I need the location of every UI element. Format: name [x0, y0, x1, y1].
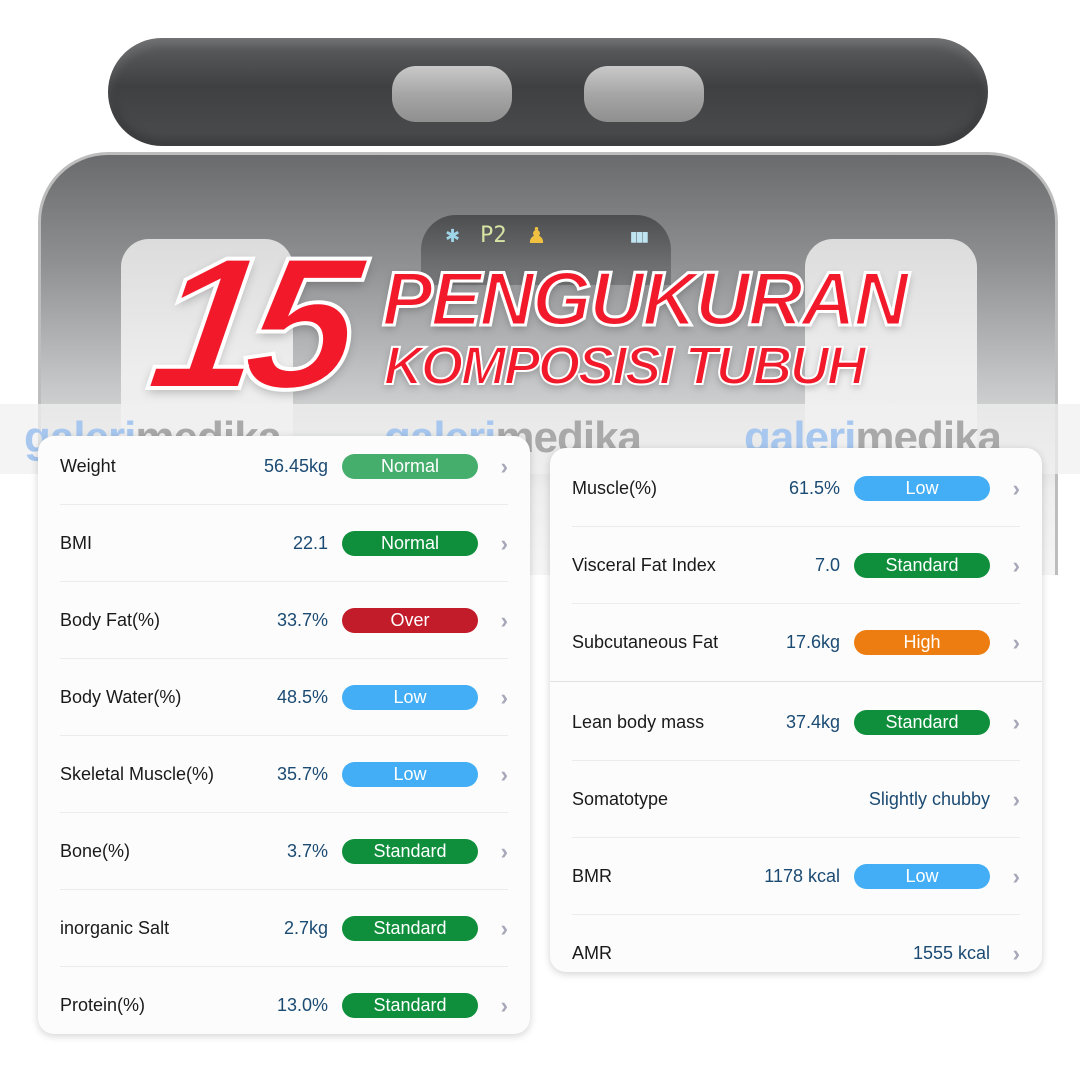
- metric-value: 22.1: [292, 533, 328, 553]
- status-badge: Standard: [854, 553, 990, 578]
- metric-row-amr[interactable]: AMR 1555 kcal ›: [572, 915, 1020, 992]
- handle-electrode-left: [392, 66, 512, 122]
- metric-row-bmi[interactable]: BMI 22.1 Normal ›: [60, 505, 508, 582]
- metric-value: Slightly chubby: [868, 789, 990, 809]
- chevron-right-icon[interactable]: ›: [478, 993, 508, 1019]
- lcd-profile: P2: [480, 223, 507, 248]
- metric-label: Visceral Fat Index: [572, 555, 716, 575]
- chevron-right-icon[interactable]: ›: [478, 762, 508, 788]
- bluetooth-icon: ✱: [445, 226, 461, 246]
- chevron-right-icon[interactable]: ›: [478, 839, 508, 865]
- metric-value: 35.7%: [276, 764, 328, 784]
- metric-label: Bone(%): [60, 841, 131, 861]
- metric-value: 37.4kg: [785, 712, 840, 732]
- metrics-card-right: Muscle(%) 61.5% Low › Visceral Fat Index 7.0 S…: [550, 448, 1042, 972]
- chevron-right-icon[interactable]: ›: [990, 941, 1020, 967]
- metric-row-body-water[interactable]: Body Water(%) 48.5% Low ›: [60, 659, 508, 736]
- metric-label: Weight: [60, 456, 116, 476]
- status-badge: Standard: [342, 916, 478, 941]
- status-badge: Normal: [342, 531, 478, 556]
- metric-row-bone[interactable]: Bone(%) 3.7% Standard ›: [60, 813, 508, 890]
- metric-label: Muscle(%): [572, 478, 658, 498]
- chevron-right-icon[interactable]: ›: [478, 685, 508, 711]
- metric-row-visceral-fat-index[interactable]: Visceral Fat Index 7.0 Standard ›: [572, 527, 1020, 604]
- metric-label: Skeletal Muscle(%): [60, 764, 215, 784]
- metric-value: 1178 kcal: [764, 866, 840, 886]
- battery-icon: ▮▮▮: [629, 228, 649, 244]
- headline-number: 15: [137, 216, 361, 430]
- chevron-right-icon[interactable]: ›: [990, 864, 1020, 890]
- metric-value: 56.45kg: [263, 456, 328, 476]
- metric-value: 7.0: [814, 555, 840, 575]
- status-badge: Standard: [854, 710, 990, 735]
- status-badge: Low: [854, 476, 990, 501]
- metric-label: Body Fat(%): [60, 610, 161, 630]
- metric-label: Protein(%): [60, 995, 146, 1015]
- section-divider: [550, 681, 1042, 682]
- chevron-right-icon[interactable]: ›: [990, 710, 1020, 736]
- status-badge: Low: [342, 762, 478, 787]
- chevron-right-icon[interactable]: ›: [478, 531, 508, 557]
- metric-row-body-fat[interactable]: Body Fat(%) 33.7% Over ›: [60, 582, 508, 659]
- metric-label: Lean body mass: [572, 712, 705, 732]
- status-badge: Standard: [342, 839, 478, 864]
- status-badge: Over: [342, 608, 478, 633]
- metric-label: Subcutaneous Fat: [572, 632, 719, 652]
- metric-label: BMR: [572, 866, 612, 886]
- metric-label: AMR: [572, 943, 612, 963]
- metric-row-protein[interactable]: Protein(%) 13.0% Standard ›: [60, 967, 508, 1044]
- metric-value: 48.5%: [276, 687, 328, 707]
- metric-row-weight[interactable]: Weight 56.45kg Normal ›: [60, 428, 508, 505]
- metric-label: inorganic Salt: [60, 918, 170, 938]
- metric-row-subcutaneous-fat[interactable]: Subcutaneous Fat 17.6kg High ›: [572, 604, 1020, 681]
- metric-row-skeletal-muscle[interactable]: Skeletal Muscle(%) 35.7% Low ›: [60, 736, 508, 813]
- metric-value: 1555 kcal: [912, 943, 990, 963]
- metric-row-inorganic-salt[interactable]: inorganic Salt 2.7kg Standard ›: [60, 890, 508, 967]
- chevron-right-icon[interactable]: ›: [478, 454, 508, 480]
- status-badge: Standard: [342, 993, 478, 1018]
- metric-value: 17.6kg: [785, 632, 840, 652]
- metric-label: Somatotype: [572, 789, 669, 809]
- metric-value: 33.7%: [276, 610, 328, 630]
- handle-electrode-right: [584, 66, 704, 122]
- status-badge: High: [854, 630, 990, 655]
- metric-value: 3.7%: [286, 841, 328, 861]
- headline-line1: PENGUKURAN: [381, 256, 911, 343]
- metric-value: 2.7kg: [283, 918, 328, 938]
- metric-value: 61.5%: [788, 478, 840, 498]
- headline-line2: KOMPOSISI TUBUH: [383, 335, 867, 397]
- chevron-right-icon[interactable]: ›: [478, 916, 508, 942]
- person-icon: ♟: [526, 223, 547, 248]
- metrics-card-left: Weight 56.45kg Normal › BMI 22.1 Normal › Body F…: [38, 436, 530, 1034]
- chevron-right-icon[interactable]: ›: [990, 630, 1020, 656]
- status-badge: Low: [854, 864, 990, 889]
- metric-label: Body Water(%): [60, 687, 182, 707]
- metric-value: 13.0%: [276, 995, 328, 1015]
- chevron-right-icon[interactable]: ›: [990, 553, 1020, 579]
- status-badge: Low: [342, 685, 478, 710]
- scale-handle: [108, 38, 988, 146]
- chevron-right-icon[interactable]: ›: [990, 476, 1020, 502]
- chevron-right-icon[interactable]: ›: [478, 608, 508, 634]
- metric-row-bmr[interactable]: BMR 1178 kcal Low ›: [572, 838, 1020, 915]
- metric-row-lean-body-mass[interactable]: Lean body mass 37.4kg Standard ›: [572, 684, 1020, 761]
- chevron-right-icon[interactable]: ›: [990, 787, 1020, 813]
- metric-label: BMI: [60, 533, 93, 553]
- metric-row-muscle[interactable]: Muscle(%) 61.5% Low ›: [572, 450, 1020, 527]
- metric-row-somatotype[interactable]: Somatotype Slightly chubby ›: [572, 761, 1020, 838]
- status-badge: Normal: [342, 454, 478, 479]
